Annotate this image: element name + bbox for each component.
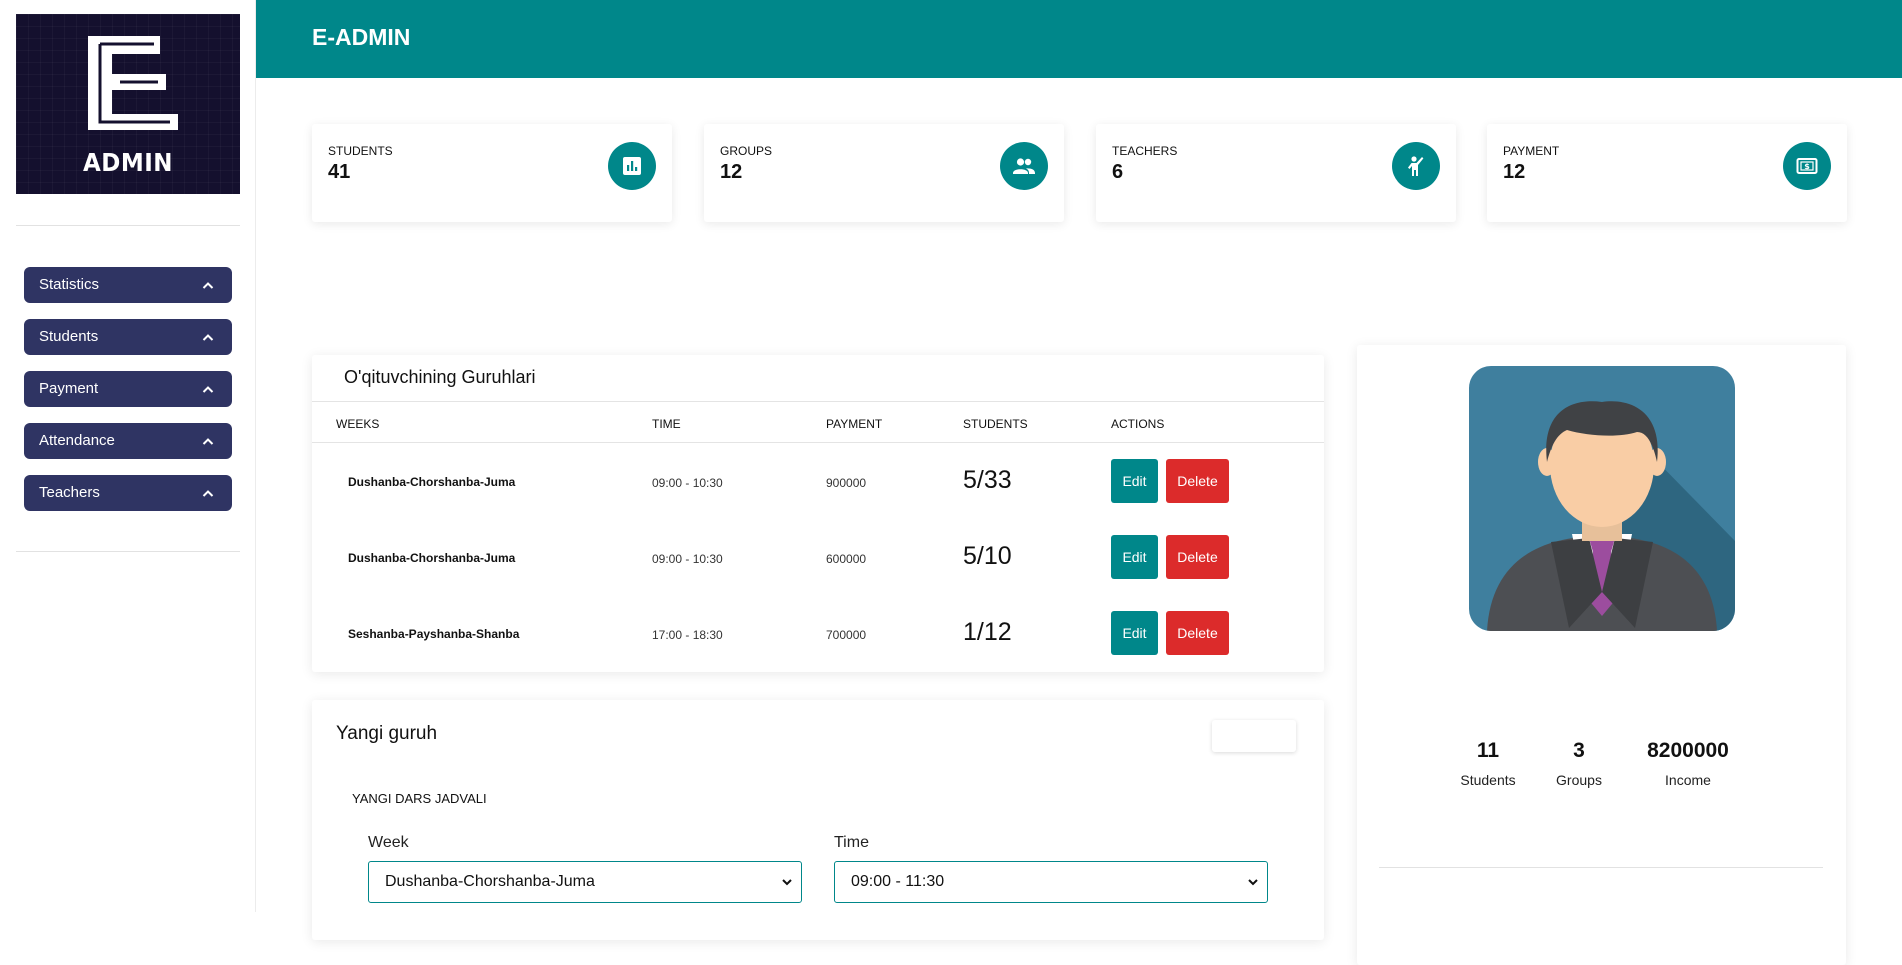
card-label: TEACHERS bbox=[1112, 144, 1178, 158]
teacher-profile-panel: 11 Students 3 Groups 8200000 Income bbox=[1357, 345, 1846, 965]
delete-button[interactable]: Delete bbox=[1166, 459, 1229, 503]
chevron-up-icon bbox=[202, 438, 214, 445]
sidebar-item-label: Teachers bbox=[39, 484, 100, 501]
panel-title: Yangi guruh bbox=[336, 723, 438, 744]
edit-button[interactable]: Edit bbox=[1111, 459, 1158, 503]
chevron-up-icon bbox=[202, 386, 214, 393]
stat-caption: Students bbox=[1460, 772, 1516, 788]
teacher-groups-panel: O'qituvchining Guruhlari WEEKS TIME PAYM… bbox=[312, 355, 1324, 672]
delete-button[interactable]: Delete bbox=[1166, 535, 1229, 579]
sidebar-item-statistics[interactable]: Statistics bbox=[24, 267, 232, 303]
time-select-value: 09:00 - 11:30 bbox=[851, 873, 945, 890]
bar-chart-icon bbox=[608, 142, 656, 190]
students-card: STUDENTS 41 bbox=[312, 124, 672, 222]
panel-title: O'qituvchining Guruhlari bbox=[344, 367, 536, 387]
cell-weeks: Seshanba-Payshanba-Shanba bbox=[348, 627, 520, 641]
schedule-subtitle: YANGI DARS JADVALI bbox=[352, 791, 487, 806]
chevron-down-icon bbox=[1248, 879, 1258, 886]
edit-button[interactable]: Edit bbox=[1111, 535, 1158, 579]
person-raised-hand-icon bbox=[1392, 142, 1440, 190]
logo[interactable]: ADMIN bbox=[16, 14, 240, 194]
logo-text: ADMIN bbox=[83, 148, 173, 177]
money-icon: $ bbox=[1783, 142, 1831, 190]
column-header-students: STUDENTS bbox=[963, 417, 1028, 431]
sidebar-item-payment[interactable]: Payment bbox=[24, 371, 232, 407]
cell-time: 09:00 - 10:30 bbox=[652, 476, 723, 490]
card-value: 41 bbox=[328, 161, 351, 183]
chevron-up-icon bbox=[202, 334, 214, 341]
cell-students: 5/33 bbox=[963, 466, 1012, 494]
card-label: GROUPS bbox=[720, 144, 773, 158]
sidebar-item-students[interactable]: Students bbox=[24, 319, 232, 355]
card-value: 12 bbox=[1503, 161, 1526, 183]
profile-divider bbox=[1379, 867, 1823, 868]
table-row: Dushanba-Chorshanba-Juma 09:00 - 10:30 9… bbox=[312, 444, 1324, 520]
new-group-panel: Yangi guruh YANGI DARS JADVALI Week Time… bbox=[312, 700, 1324, 940]
sidebar-divider bbox=[16, 225, 240, 226]
table-row: Dushanba-Chorshanba-Juma 09:00 - 10:30 6… bbox=[312, 520, 1324, 596]
profile-stat-students: 11 Students bbox=[1454, 739, 1522, 788]
chevron-up-icon bbox=[202, 282, 214, 289]
teachers-card: TEACHERS 6 bbox=[1096, 124, 1456, 222]
sidebar-item-teachers[interactable]: Teachers bbox=[24, 475, 232, 511]
sidebar: ADMIN Statistics Students Payment Attend… bbox=[0, 0, 256, 912]
sidebar-item-label: Statistics bbox=[39, 276, 100, 293]
stat-value: 3 bbox=[1573, 739, 1585, 762]
column-header-actions: ACTIONS bbox=[1111, 417, 1165, 431]
app-title: E-ADMIN bbox=[312, 24, 411, 50]
cell-time: 09:00 - 10:30 bbox=[652, 552, 723, 566]
cell-time: 17:00 - 18:30 bbox=[652, 628, 723, 642]
week-select-value: Dushanba-Chorshanba-Juma bbox=[385, 873, 595, 890]
profile-stat-income: 8200000 Income bbox=[1625, 739, 1751, 788]
cell-payment: 700000 bbox=[826, 628, 867, 642]
sidebar-item-label: Attendance bbox=[39, 432, 115, 449]
sidebar-item-label: Payment bbox=[39, 380, 99, 397]
cell-students: 1/12 bbox=[963, 618, 1012, 646]
stat-caption: Groups bbox=[1556, 772, 1602, 788]
column-header-payment: PAYMENT bbox=[826, 417, 883, 431]
top-bar: E-ADMIN bbox=[256, 0, 1902, 78]
table-row: Seshanba-Payshanba-Shanba 17:00 - 18:30 … bbox=[312, 596, 1324, 672]
new-group-action-button[interactable] bbox=[1212, 720, 1296, 752]
chevron-up-icon bbox=[202, 490, 214, 497]
cell-weeks: Dushanba-Chorshanba-Juma bbox=[348, 475, 516, 489]
column-header-weeks: WEEKS bbox=[336, 417, 380, 431]
edit-button[interactable]: Edit bbox=[1111, 611, 1158, 655]
sidebar-item-attendance[interactable]: Attendance bbox=[24, 423, 232, 459]
cell-payment: 600000 bbox=[826, 552, 867, 566]
cell-weeks: Dushanba-Chorshanba-Juma bbox=[348, 551, 516, 565]
time-label: Time bbox=[834, 834, 869, 851]
stat-value: 8200000 bbox=[1647, 739, 1729, 762]
sidebar-item-label: Students bbox=[39, 328, 99, 345]
chevron-down-icon bbox=[782, 879, 792, 886]
sidebar-menu: Statistics Students Payment Attendance T… bbox=[24, 267, 232, 527]
stat-caption: Income bbox=[1665, 772, 1711, 788]
card-value: 12 bbox=[720, 161, 743, 183]
time-select[interactable]: 09:00 - 11:30 bbox=[834, 861, 1268, 903]
card-label: PAYMENT bbox=[1503, 144, 1560, 158]
delete-button[interactable]: Delete bbox=[1166, 611, 1229, 655]
payment-card: PAYMENT 12 $ bbox=[1487, 124, 1847, 222]
cell-students: 5/10 bbox=[963, 542, 1012, 570]
people-icon bbox=[1000, 142, 1048, 190]
svg-text:$: $ bbox=[1804, 162, 1810, 171]
card-label: STUDENTS bbox=[328, 144, 393, 158]
week-select[interactable]: Dushanba-Chorshanba-Juma bbox=[368, 861, 802, 903]
cell-payment: 900000 bbox=[826, 476, 867, 490]
profile-stat-groups: 3 Groups bbox=[1544, 739, 1614, 788]
card-value: 6 bbox=[1112, 161, 1124, 183]
sidebar-divider bbox=[16, 551, 240, 552]
week-label: Week bbox=[368, 834, 409, 851]
table-header: WEEKS TIME PAYMENT STUDENTS ACTIONS bbox=[312, 401, 1324, 443]
column-header-time: TIME bbox=[652, 417, 681, 431]
user-avatar-icon bbox=[1469, 366, 1735, 631]
groups-card: GROUPS 12 bbox=[704, 124, 1064, 222]
stat-value: 11 bbox=[1476, 739, 1500, 762]
